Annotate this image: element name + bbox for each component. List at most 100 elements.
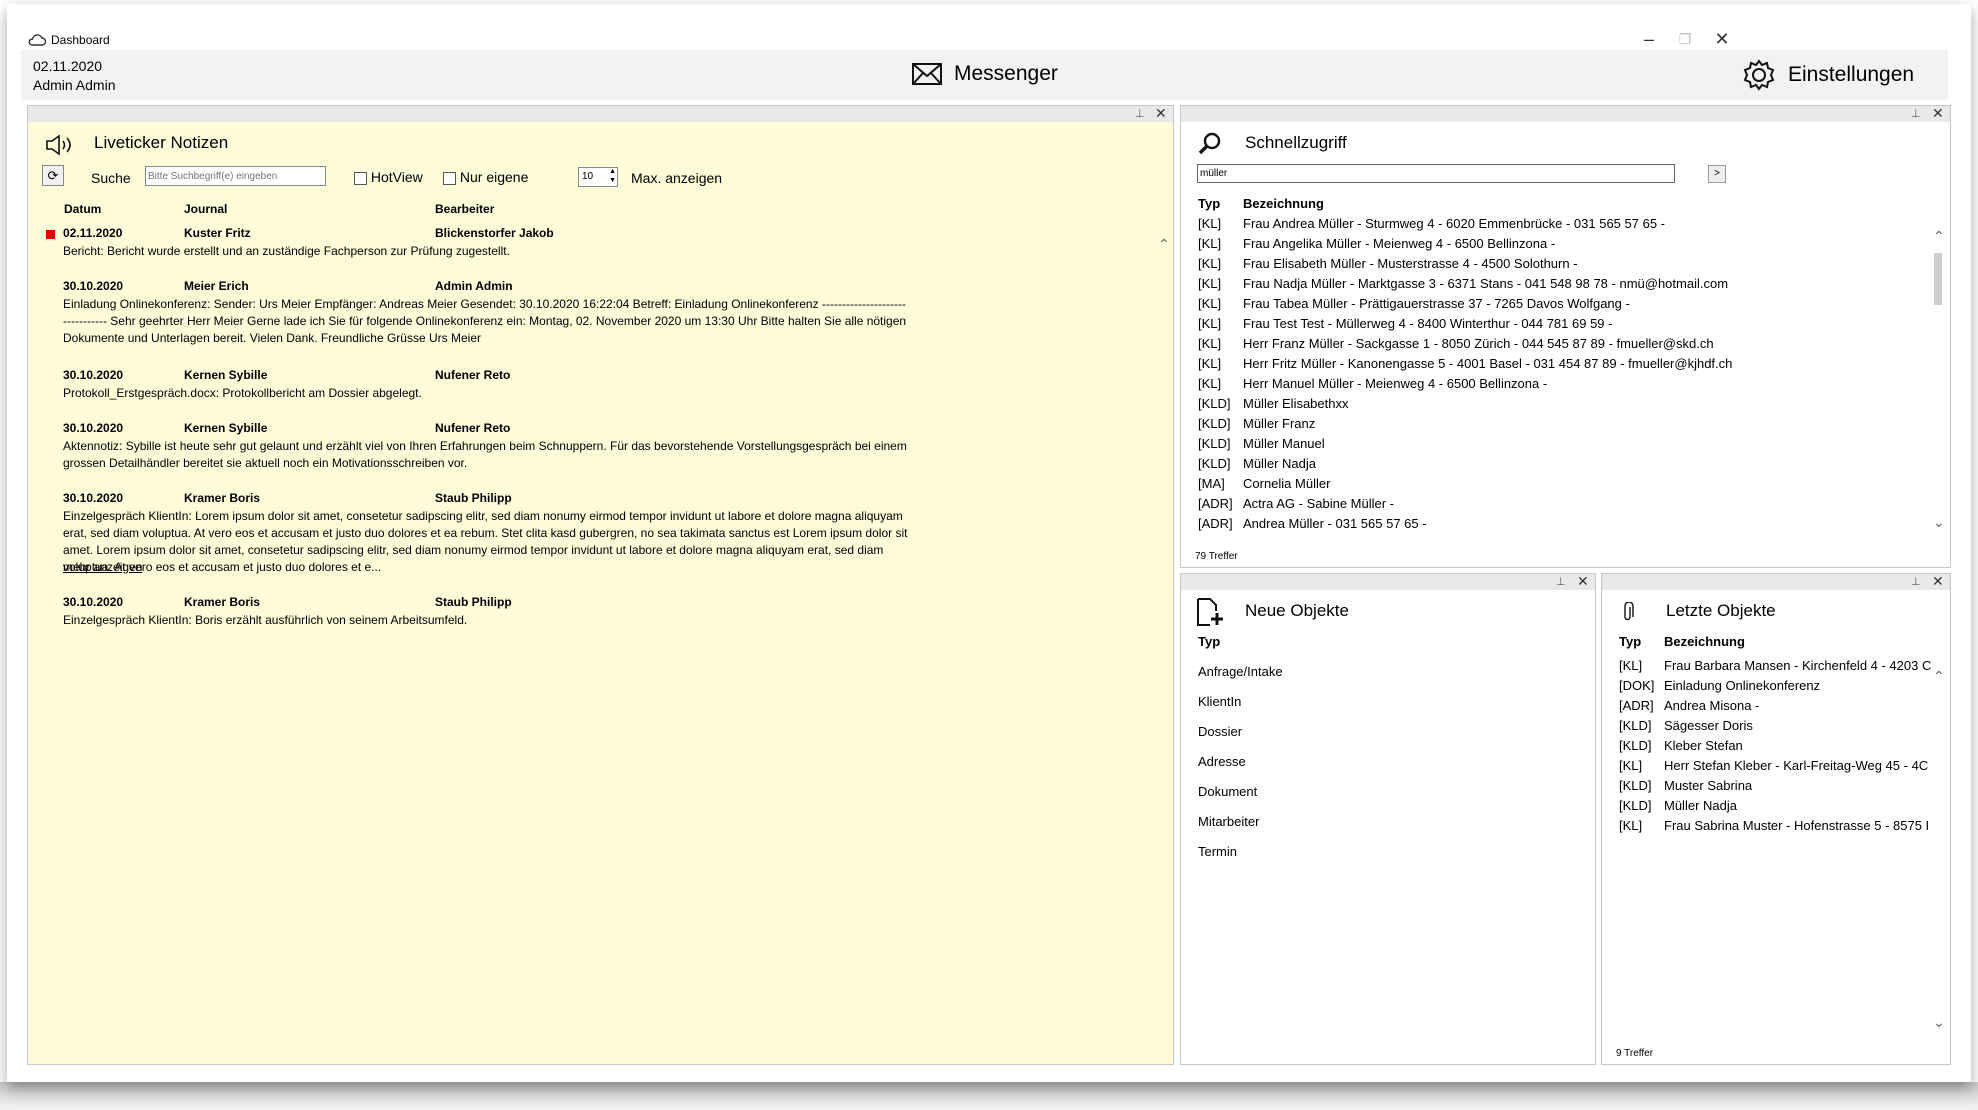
panel-close-icon[interactable]: ✕ <box>1932 573 1944 590</box>
entry-journal[interactable]: Kernen Sybille <box>184 368 267 382</box>
panel-close-icon[interactable]: ✕ <box>1932 105 1944 122</box>
scrollbar-thumb[interactable] <box>1934 253 1942 305</box>
row-bezeichnung[interactable]: Herr Fritz Müller - Kanonengasse 5 - 400… <box>1243 356 1732 371</box>
col-journal: Journal <box>184 202 228 216</box>
panel-titlestrip <box>1181 574 1595 590</box>
row-bezeichnung[interactable]: Frau Tabea Müller - Prättigauerstrasse 3… <box>1243 296 1630 311</box>
new-object-item[interactable]: Dokument <box>1198 784 1257 799</box>
max-value: 10 <box>582 171 594 182</box>
row-typ: [ADR] <box>1198 496 1233 511</box>
row-bezeichnung[interactable]: Müller Nadja <box>1664 798 1737 813</box>
scroll-up-icon[interactable]: ⌃ <box>1933 668 1945 685</box>
stepper-arrows-icon[interactable]: ▲ ▼ <box>609 167 616 185</box>
messenger-button[interactable]: Messenger <box>912 62 1058 86</box>
col-typ: Typ <box>1198 196 1221 211</box>
panel-close-icon[interactable]: ✕ <box>1577 573 1589 590</box>
close-window-button[interactable]: ✕ <box>1707 26 1737 52</box>
row-bezeichnung[interactable]: Herr Manuel Müller - Meienweg 4 - 6500 B… <box>1243 376 1547 391</box>
row-bezeichnung[interactable]: Frau Barbara Mansen - Kirchenfeld 4 - 42… <box>1664 658 1931 673</box>
panel-titlestrip <box>1181 106 1950 122</box>
pin-icon[interactable]: ⊥ <box>1135 107 1145 120</box>
scroll-up-icon[interactable]: ⌃ <box>1158 236 1170 253</box>
new-object-item[interactable]: Dossier <box>1198 724 1242 739</box>
row-typ: [KL] <box>1198 216 1222 231</box>
row-typ: [ADR] <box>1198 516 1233 531</box>
row-bezeichnung[interactable]: Muster Sabrina <box>1664 778 1752 793</box>
entry-bearbeiter: Staub Philipp <box>435 491 512 505</box>
row-bezeichnung[interactable]: Andrea Müller - 031 565 57 65 - <box>1243 516 1427 531</box>
row-bezeichnung[interactable]: Müller Manuel <box>1243 436 1325 451</box>
row-typ: [KLD] <box>1198 416 1231 431</box>
pin-icon[interactable]: ⊥ <box>1556 575 1566 588</box>
scroll-up-icon[interactable]: ⌃ <box>1933 228 1945 245</box>
mehr-anzeigen-link[interactable]: mehr anzeigen <box>63 560 142 574</box>
envelope-icon <box>912 63 942 85</box>
row-bezeichnung[interactable]: Cornelia Müller <box>1243 476 1330 491</box>
row-typ: [KL] <box>1619 818 1643 833</box>
row-bezeichnung[interactable]: Frau Angelika Müller - Meienweg 4 - 6500… <box>1243 236 1555 251</box>
row-bezeichnung[interactable]: Einladung Onlinekonferenz <box>1664 678 1820 693</box>
messenger-label: Messenger <box>954 62 1058 85</box>
row-bezeichnung[interactable]: Sägesser Doris <box>1664 718 1753 733</box>
row-typ: [KL] <box>1198 256 1222 271</box>
row-bezeichnung[interactable]: Frau Andrea Müller - Sturmweg 4 - 6020 E… <box>1243 216 1665 231</box>
row-typ: [DOK] <box>1619 678 1655 693</box>
row-typ: [KLD] <box>1198 436 1231 451</box>
header-user: Admin Admin <box>33 77 116 93</box>
new-marker <box>46 230 55 239</box>
row-typ: [KL] <box>1619 758 1643 773</box>
new-object-item[interactable]: Termin <box>1198 844 1237 859</box>
new-object-item[interactable]: Adresse <box>1198 754 1246 769</box>
row-bezeichnung[interactable]: Frau Sabrina Muster - Hofenstrasse 5 - 8… <box>1664 818 1929 833</box>
row-typ: [KLD] <box>1198 456 1231 471</box>
hotview-checkbox[interactable]: HotView <box>354 169 423 185</box>
minimize-button[interactable]: – <box>1634 26 1664 52</box>
scroll-down-icon[interactable]: ⌄ <box>1933 514 1945 531</box>
quicksearch-input[interactable] <box>1197 164 1675 183</box>
checkbox-box <box>354 171 367 185</box>
entry-date: 30.10.2020 <box>63 368 124 382</box>
row-typ: [KL] <box>1198 356 1222 371</box>
entry-journal[interactable]: Kramer Boris <box>184 491 260 505</box>
search-input[interactable] <box>145 166 326 186</box>
row-typ: [KLD] <box>1619 778 1652 793</box>
row-bezeichnung[interactable]: Frau Elisabeth Müller - Musterstrasse 4 … <box>1243 256 1578 271</box>
row-bezeichnung[interactable]: Müller Elisabethxx <box>1243 396 1349 411</box>
pin-icon[interactable]: ⊥ <box>1911 107 1921 120</box>
entry-bearbeiter: Staub Philipp <box>435 595 512 609</box>
row-bezeichnung[interactable]: Müller Nadja <box>1243 456 1316 471</box>
entry-journal[interactable]: Kuster Fritz <box>184 226 251 240</box>
letzte-objekte-panel: ⊥ ✕ Letzte Objekte Typ Bezeichnung [KL] F… <box>1601 573 1951 1065</box>
entry-journal[interactable]: Kramer Boris <box>184 595 260 609</box>
panel-close-icon[interactable]: ✕ <box>1155 105 1167 122</box>
new-object-item[interactable]: Anfrage/Intake <box>1198 664 1283 679</box>
row-typ: [KL] <box>1198 336 1222 351</box>
row-bezeichnung[interactable]: Actra AG - Sabine Müller - <box>1243 496 1394 511</box>
max-stepper[interactable]: 10 ▲ ▼ <box>578 167 618 187</box>
quicksearch-go-button[interactable]: > <box>1708 165 1726 183</box>
neue-objekte-title: Neue Objekte <box>1245 601 1349 620</box>
new-object-item[interactable]: KlientIn <box>1198 694 1241 709</box>
row-bezeichnung[interactable]: Kleber Stefan <box>1664 738 1743 753</box>
speaker-icon <box>46 134 71 156</box>
row-bezeichnung[interactable]: Frau Test Test - Müllerweg 4 - 8400 Wint… <box>1243 316 1612 331</box>
scroll-down-icon[interactable]: ⌄ <box>1933 1014 1945 1031</box>
row-bezeichnung[interactable]: Frau Nadja Müller - Marktgasse 3 - 6371 … <box>1243 276 1728 291</box>
entry-bearbeiter: Blickenstorfer Jakob <box>435 226 554 240</box>
entry-journal[interactable]: Meier Erich <box>184 279 249 293</box>
row-bezeichnung[interactable]: Herr Franz Müller - Sackgasse 1 - 8050 Z… <box>1243 336 1714 351</box>
row-typ: [KL] <box>1198 376 1222 391</box>
new-object-item[interactable]: Mitarbeiter <box>1198 814 1259 829</box>
settings-label: Einstellungen <box>1788 63 1915 86</box>
refresh-button[interactable]: ⟳ <box>42 165 64 186</box>
row-bezeichnung[interactable]: Herr Stefan Kleber - Karl-Freitag-Weg 45… <box>1664 758 1928 773</box>
row-bezeichnung[interactable]: Müller Franz <box>1243 416 1315 431</box>
nur-eigene-checkbox[interactable]: Nur eigene <box>443 169 528 185</box>
row-bezeichnung[interactable]: Andrea Misona - <box>1664 698 1759 713</box>
settings-button[interactable]: Einstellungen <box>1742 58 1914 92</box>
entry-journal[interactable]: Kernen Sybille <box>184 421 267 435</box>
hotview-label: HotView <box>370 169 423 185</box>
maximize-button[interactable]: ❐ <box>1670 26 1700 52</box>
header-date: 02.11.2020 <box>33 58 103 74</box>
entry-text: Aktennotiz: Sybille ist heute sehr gut g… <box>63 439 907 470</box>
